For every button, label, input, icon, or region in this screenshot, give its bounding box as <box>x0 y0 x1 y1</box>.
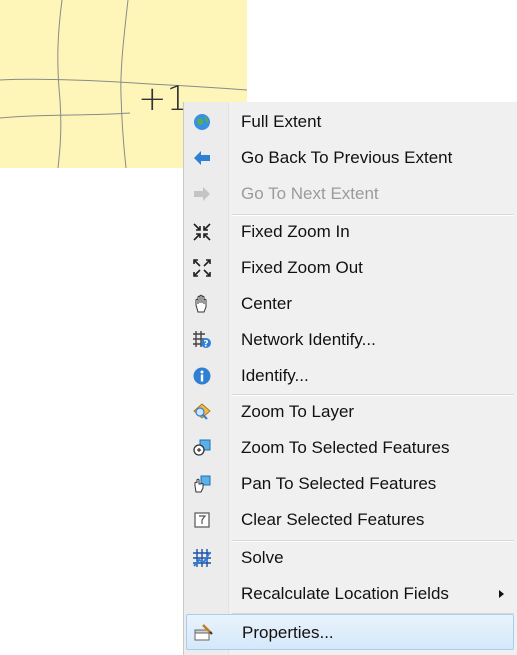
context-menu: Full Extent Go Back To Previous Extent G… <box>183 102 517 655</box>
info-icon <box>192 366 212 386</box>
menu-item-label: Recalculate Location Fields <box>241 584 449 603</box>
menu-item-clear-selected[interactable]: Clear Selected Features <box>186 502 514 538</box>
menu-item-identify[interactable]: Identify... <box>186 358 514 394</box>
menu-item-label: Solve <box>241 548 284 567</box>
menu-item-label: Pan To Selected Features <box>241 474 437 493</box>
menu-item-pan-to-selected[interactable]: Pan To Selected Features <box>186 466 514 502</box>
menu-item-label: Network Identify... <box>241 330 376 349</box>
menu-item-label: Identify... <box>241 366 309 385</box>
menu-item-recalculate-location-fields[interactable]: Recalculate Location Fields <box>186 576 514 612</box>
menu-item-full-extent[interactable]: Full Extent <box>186 104 514 140</box>
svg-text:?: ? <box>203 340 208 350</box>
clear-selection-icon <box>192 510 212 530</box>
fixed-zoom-out-icon <box>192 258 212 278</box>
menu-item-network-identify[interactable]: ? Network Identify... <box>186 322 514 358</box>
menu-item-fixed-zoom-out[interactable]: Fixed Zoom Out <box>186 250 514 286</box>
menu-item-label: Center <box>241 294 293 313</box>
menu-item-go-next[interactable]: Go To Next Extent <box>186 176 514 212</box>
menu-item-label: Fixed Zoom In <box>241 222 350 241</box>
fixed-zoom-in-icon <box>192 222 212 242</box>
menu-item-label: Zoom To Selected Features <box>241 438 450 457</box>
menu-item-go-back[interactable]: Go Back To Previous Extent <box>186 140 514 176</box>
zoom-to-selected-icon <box>192 438 212 458</box>
menu-item-label: Clear Selected Features <box>241 510 425 529</box>
menu-item-fixed-zoom-in[interactable]: Fixed Zoom In <box>186 214 514 250</box>
map-cursor-label: +1 <box>138 79 189 119</box>
pan-to-selected-icon <box>192 474 212 494</box>
back-arrow-icon <box>192 148 212 168</box>
forward-arrow-icon <box>192 184 212 204</box>
menu-item-label: Fixed Zoom Out <box>241 258 363 277</box>
solve-grid-icon <box>192 548 212 568</box>
network-identify-icon: ? <box>192 330 212 350</box>
submenu-arrow-icon <box>499 590 504 598</box>
menu-item-label: Go To Next Extent <box>241 184 379 203</box>
hand-pan-icon <box>192 294 212 314</box>
properties-icon <box>193 623 213 643</box>
menu-item-properties[interactable]: Properties... <box>186 614 514 650</box>
menu-item-label: Properties... <box>242 623 334 642</box>
globe-icon <box>192 112 212 132</box>
menu-item-center[interactable]: Center <box>186 286 514 322</box>
menu-item-label: Go Back To Previous Extent <box>241 148 453 167</box>
menu-item-label: Full Extent <box>241 112 322 131</box>
menu-item-zoom-to-selected[interactable]: Zoom To Selected Features <box>186 430 514 466</box>
zoom-to-layer-icon <box>192 402 212 422</box>
menu-item-label: Zoom To Layer <box>241 402 355 421</box>
menu-item-solve[interactable]: Solve <box>186 540 514 576</box>
menu-item-zoom-to-layer[interactable]: Zoom To Layer <box>186 394 514 430</box>
